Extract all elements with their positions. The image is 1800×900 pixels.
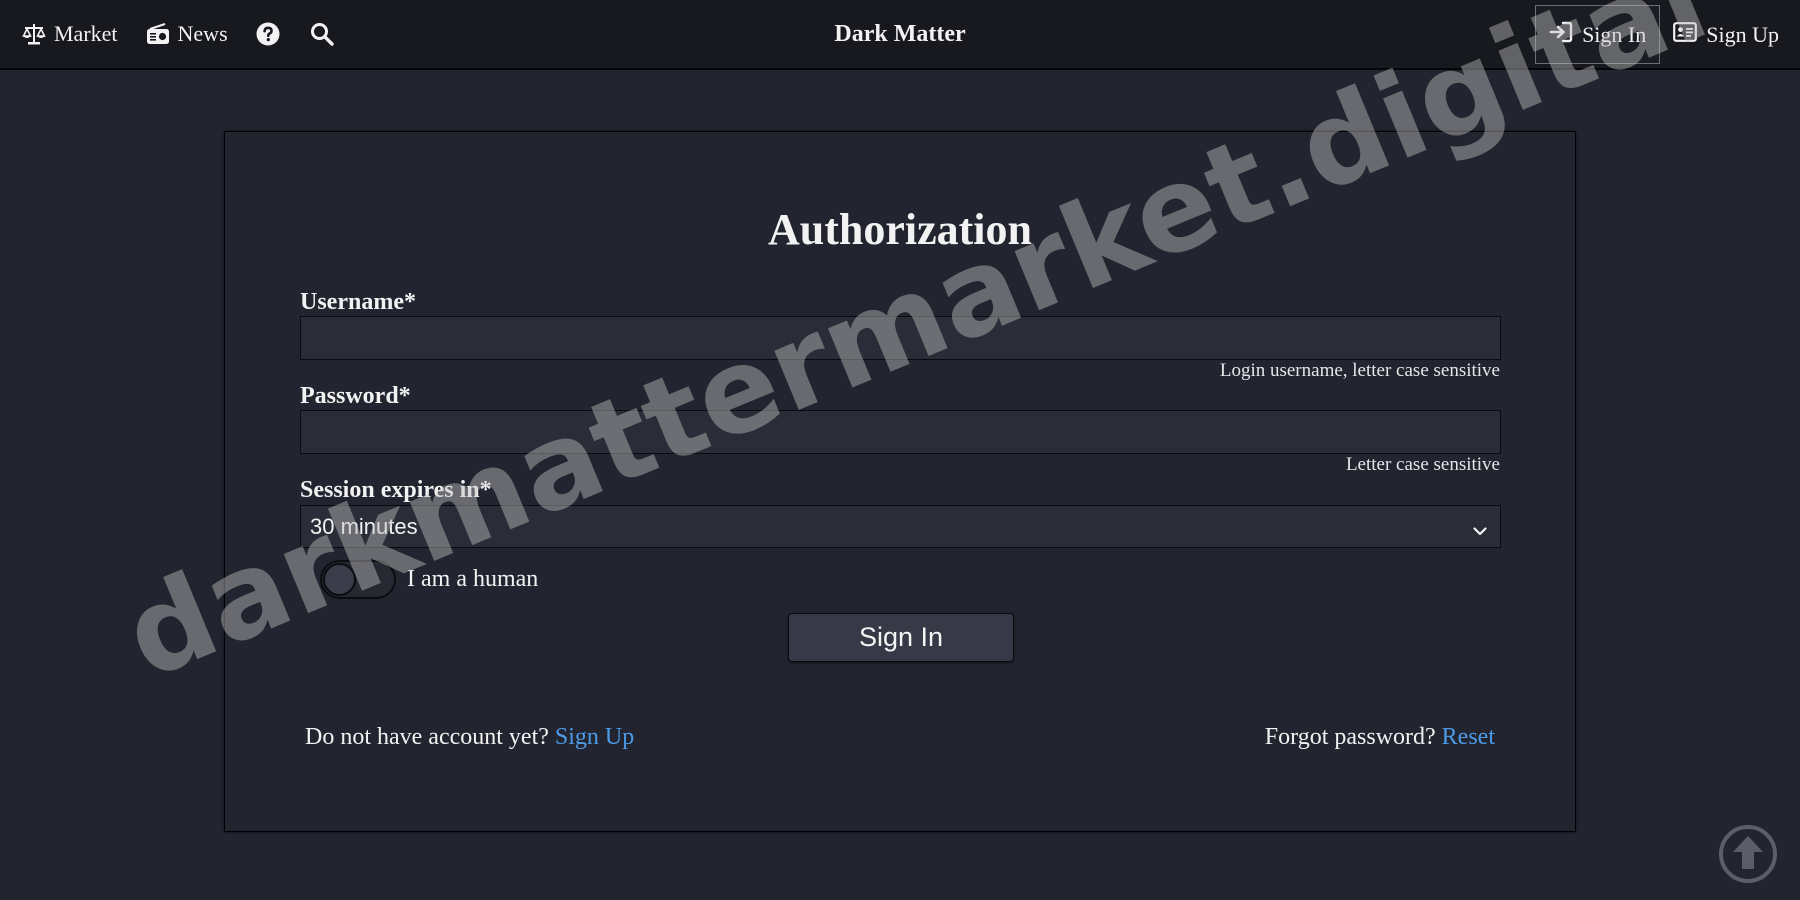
username-label: Username* [300, 289, 416, 315]
username-hint: Login username, letter case sensitive [1219, 360, 1500, 381]
nav-sign-up-button[interactable]: Sign Up [1660, 5, 1792, 64]
page-title: Authorization [768, 205, 1032, 254]
nav-help-button[interactable] [256, 22, 280, 46]
top-navbar: Market News Dark Matter Sign In Sign Up [0, 0, 1800, 70]
nav-news-link[interactable]: News [146, 21, 228, 47]
scroll-to-top-button[interactable] [1718, 824, 1778, 884]
password-hint: Letter case sensitive [1345, 454, 1500, 475]
password-label: Password* [300, 383, 411, 409]
nav-market-label: Market [54, 21, 118, 46]
username-input[interactable] [300, 316, 1501, 360]
nav-sign-in-label: Sign In [1582, 21, 1647, 47]
human-toggle[interactable] [320, 559, 396, 599]
search-icon [310, 22, 334, 46]
nav-sign-up-label: Sign Up [1706, 21, 1779, 47]
nav-left-group: Market News [22, 0, 364, 68]
radio-icon [146, 23, 170, 45]
nav-right-group: Sign In Sign Up [1535, 5, 1792, 64]
nav-market-link[interactable]: Market [22, 21, 118, 47]
session-label: Session expires in* [300, 477, 492, 503]
no-account-prompt: Do not have account yet? Sign Up [305, 724, 634, 751]
question-circle-icon [256, 22, 280, 46]
sign-up-link[interactable]: Sign Up [555, 724, 634, 750]
reset-password-link[interactable]: Reset [1442, 724, 1495, 750]
session-select[interactable]: 30 minutes [300, 505, 1501, 548]
sign-in-submit-button[interactable]: Sign In [788, 613, 1014, 662]
nav-sign-in-button[interactable]: Sign In [1535, 5, 1661, 64]
human-check-row: I am a human [320, 559, 538, 599]
human-toggle-label[interactable]: I am a human [407, 566, 538, 593]
id-card-icon [1673, 21, 1698, 49]
nav-search-button[interactable] [310, 22, 334, 46]
no-account-text: Do not have account yet? [305, 724, 549, 750]
session-selected-value: 30 minutes [310, 513, 418, 539]
forgot-password-prompt: Forgot password? Reset [1265, 724, 1495, 751]
chevron-down-icon [1472, 519, 1488, 545]
arrow-up-circle-icon [1718, 825, 1778, 888]
scale-icon [22, 23, 46, 45]
forgot-password-text: Forgot password? [1264, 724, 1436, 750]
password-input[interactable] [300, 410, 1501, 454]
brand-title[interactable]: Dark Matter [834, 21, 965, 47]
authorization-card: Authorization Username* Login username, … [224, 131, 1576, 832]
nav-news-label: News [177, 21, 228, 46]
toggle-knob [323, 562, 356, 596]
sign-in-icon [1549, 21, 1573, 49]
